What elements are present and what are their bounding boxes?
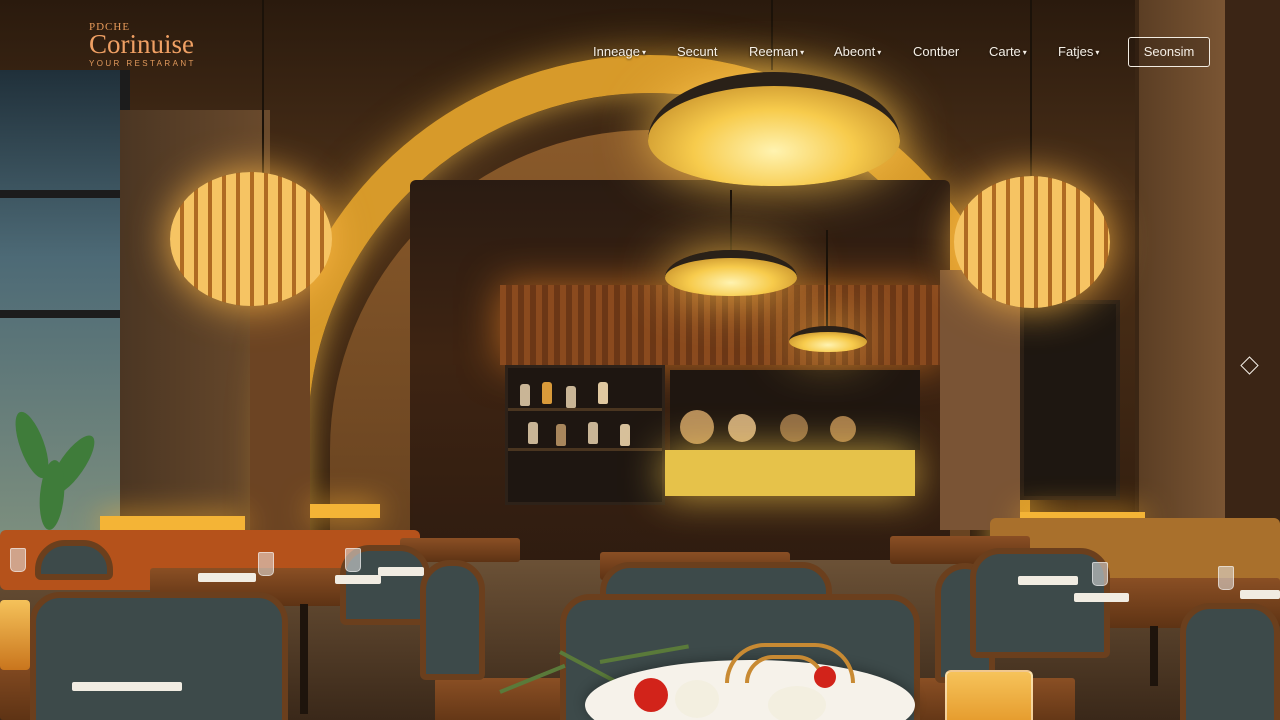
- chair: [35, 540, 113, 580]
- wine-glass: [258, 552, 274, 576]
- brand-logo[interactable]: PDCHE Corinuise YOUR RESTARANT: [89, 22, 249, 69]
- nav-item-secunt[interactable]: Secunt: [677, 44, 717, 59]
- chevron-down-icon: ▾: [642, 48, 647, 58]
- nav-item-label: Contber: [913, 44, 960, 59]
- chair: [30, 592, 288, 720]
- nav-item-label: Fatjes: [1058, 44, 1094, 59]
- pillar-left: [250, 280, 310, 540]
- napkin: [335, 575, 381, 584]
- wine-glass: [345, 548, 361, 572]
- juice-glass: [945, 670, 1033, 720]
- nav-item-fatjes[interactable]: Fatjes ▾: [1058, 44, 1099, 59]
- bar-shelf: [505, 365, 665, 505]
- nav-item-label: Reeman: [749, 44, 799, 59]
- napkin: [1018, 576, 1078, 585]
- wine-glass: [10, 548, 26, 572]
- pendant-lamp-back-icon: [665, 250, 797, 296]
- nav-item-label: Abeont: [834, 44, 876, 59]
- nav-item-label: Secunt: [677, 44, 718, 59]
- wine-glass: [1218, 566, 1234, 590]
- napkin: [378, 567, 424, 576]
- nav-item-inneage[interactable]: Inneage ▾: [593, 44, 646, 59]
- napkin: [72, 682, 182, 691]
- chevron-down-icon: ▾: [1095, 48, 1100, 58]
- candle-icon: [0, 600, 30, 670]
- nav-item-label: Carte: [989, 44, 1021, 59]
- back-wood-panel: [500, 285, 940, 365]
- chevron-down-icon: ▾: [877, 48, 882, 58]
- nav-item-label: Inneage: [593, 44, 640, 59]
- chair: [420, 560, 485, 680]
- brand-name: Corinuise: [89, 29, 194, 59]
- nav-item-abeont[interactable]: Abeont ▾: [834, 44, 881, 59]
- pendant-lamp-left-icon: [170, 172, 332, 306]
- tomato: [814, 666, 836, 688]
- cta-button[interactable]: Seonsim: [1128, 37, 1210, 67]
- chevron-down-icon: ▾: [1022, 48, 1027, 58]
- hero-background: [0, 0, 1280, 720]
- chair: [970, 548, 1110, 658]
- egg: [768, 686, 826, 720]
- wall-glow-left: [100, 516, 245, 530]
- egg: [675, 680, 719, 718]
- pendant-lamp-far-icon: [789, 326, 867, 352]
- nav-item-reeman[interactable]: Reeman ▾: [749, 44, 804, 59]
- wine-glass: [1092, 562, 1108, 586]
- right-shelf: [1020, 300, 1120, 500]
- pillar-right: [940, 270, 1020, 530]
- brand-tagline: YOUR RESTARANT: [89, 59, 196, 68]
- chair: [1180, 603, 1280, 720]
- napkin: [1240, 590, 1280, 599]
- napkin: [198, 573, 256, 582]
- napkin: [1074, 593, 1129, 602]
- back-counter-light: [665, 450, 915, 496]
- nav-item-contber[interactable]: Contber: [913, 44, 959, 59]
- plate-display: [670, 370, 920, 450]
- top-navigation-bar: PDCHE Corinuise YOUR RESTARANT Inneage ▾ …: [0, 0, 1280, 90]
- nav-item-carte[interactable]: Carte ▾: [989, 44, 1027, 59]
- chevron-down-icon: ▾: [800, 48, 805, 58]
- tomato: [634, 678, 668, 712]
- pendant-lamp-right-icon: [954, 176, 1110, 308]
